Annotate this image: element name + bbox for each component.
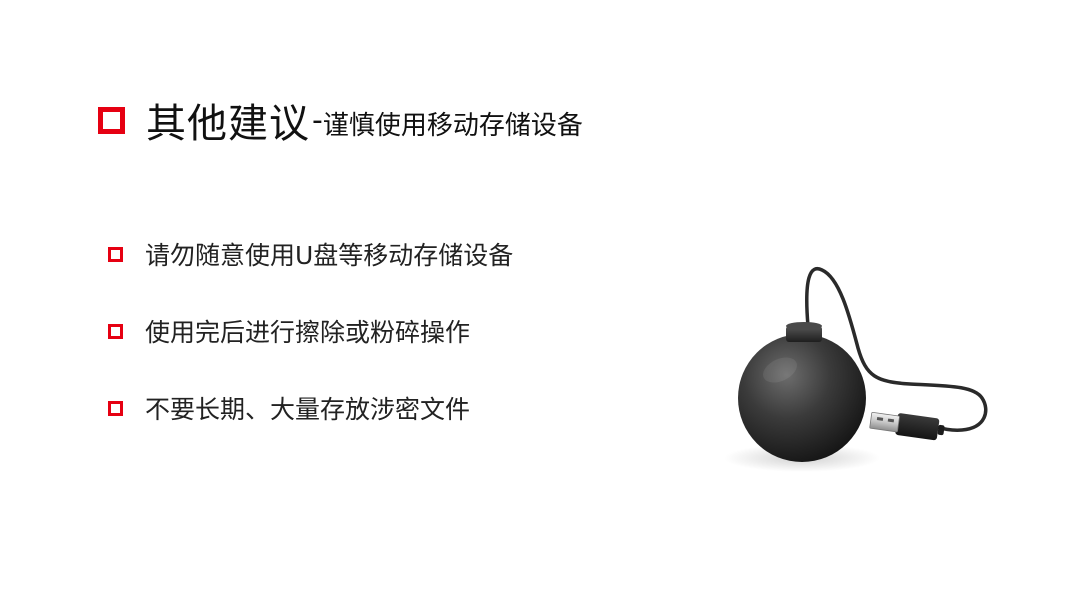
bullet-text: 不要长期、大量存放涉密文件 [145, 395, 471, 424]
list-item: 请勿随意使用U盘等移动存储设备 [108, 232, 668, 276]
square-bullet-icon [108, 246, 123, 262]
square-bullet-icon [108, 400, 123, 416]
square-bullet-icon [98, 106, 125, 134]
square-bullet-icon [108, 323, 123, 339]
list-item: 使用完后进行擦除或粉碎操作 [108, 309, 668, 353]
usb-bomb-icon [724, 267, 988, 472]
title-main: 其他建议 [146, 101, 310, 147]
slide: 其他建议 - 谨慎使用移动存储设备 请勿随意使用U盘等移动存储设备 使用完后进行… [0, 0, 1080, 608]
bullet-text: 使用完后进行擦除或粉碎操作 [145, 318, 471, 347]
title-subtitle: 谨慎使用移动存储设备 [322, 110, 583, 141]
bullet-list: 请勿随意使用U盘等移动存储设备 使用完后进行擦除或粉碎操作 不要长期、大量存放涉… [108, 232, 668, 463]
title-separator: - [312, 102, 323, 138]
usb-bomb-image [700, 258, 1030, 488]
list-item: 不要长期、大量存放涉密文件 [108, 386, 668, 430]
bullet-text: 请勿随意使用U盘等移动存储设备 [145, 241, 514, 270]
slide-title: 其他建议 - 谨慎使用移动存储设备 [98, 92, 583, 148]
